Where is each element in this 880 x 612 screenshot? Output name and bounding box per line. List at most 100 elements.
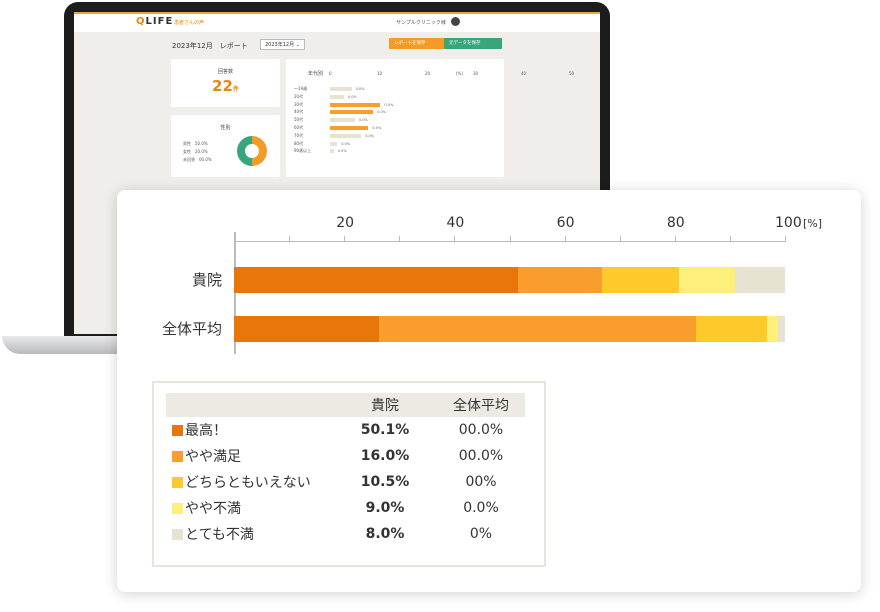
age-bar (330, 141, 338, 146)
app-tagline: 患者さんの声 (174, 20, 205, 26)
gender-label: 性別 (220, 125, 231, 131)
x-axis-tick (454, 236, 456, 242)
clinic-name: サンプルクリニック様 (396, 20, 446, 26)
age-row-label: 40代 (294, 109, 304, 115)
table-cell-category: 最高！ (166, 417, 333, 443)
page-title: 2023年12月 レポート (172, 42, 248, 50)
table-cell-clinic: 9.0% (365, 500, 405, 516)
x-axis-tick (344, 236, 346, 242)
age-bar (330, 110, 374, 115)
age-bar (330, 94, 344, 99)
table-cell-clinic: 8.0% (365, 526, 405, 542)
table-row: とても不満 8.0% 0% (166, 521, 525, 547)
gender-item: 男性 50.0% (183, 141, 208, 146)
responses-count: 22件 (212, 77, 239, 95)
table-cell-clinic: 10.5% (360, 474, 410, 490)
legend-swatch (172, 477, 183, 488)
bar-segment (234, 267, 518, 293)
x-tick-label: 100 (775, 215, 802, 231)
age-row-label: 〜19歳 (294, 86, 308, 91)
x-axis-tick (564, 236, 566, 242)
age-row-label: 60代 (294, 125, 304, 130)
age-tick-label: 10 (377, 71, 383, 76)
table-cell-category: とても不満 (166, 521, 333, 547)
gender-item: 女性 20.0% (183, 149, 208, 154)
month-select[interactable]: 2023年12月 ⌄ (260, 39, 305, 50)
legend-swatch (172, 451, 183, 462)
table-cell-clinic: 50.1% (360, 422, 410, 438)
x-tick-label: 40 (446, 215, 465, 231)
age-bar-value: 0.0% (372, 126, 382, 130)
responses-card: 回答数 22件 (171, 59, 280, 107)
age-bar (330, 118, 355, 123)
table-cell-category: やや満足 (166, 443, 333, 469)
age-bar-value: 0.0% (355, 87, 365, 91)
save-report-button[interactable]: レポートを保存 (389, 38, 447, 49)
legend-swatch (172, 529, 183, 540)
table-cell-clinic: 16.0% (360, 448, 410, 464)
app-header: QLIFE 患者さんの声 サンプルクリニック様 (74, 12, 600, 32)
age-bar (330, 102, 381, 107)
bar-segment (767, 316, 779, 342)
table-cell-average: 0% (469, 526, 493, 542)
x-axis-tick (674, 236, 676, 242)
age-bar (330, 133, 362, 138)
table-cell-average: 00.0% (458, 448, 504, 464)
x-axis-tick (729, 236, 731, 242)
satisfaction-table: 貴院 全体平均 最高！ 50.1% 00.0% やや満足 16.0% 00.0% どちらとも… (152, 381, 546, 567)
age-bar-value: 0.0% (377, 110, 387, 115)
gender-item: 未回答 00.0% (183, 157, 212, 162)
age-bar-value: 0.0% (358, 118, 368, 123)
age-label: 年代別 (308, 71, 324, 77)
x-axis-unit: [%] (803, 217, 823, 230)
age-tick-label: 20 (425, 71, 431, 76)
category-label: 全体平均 (161, 320, 222, 338)
age-bar-value: 0.0% (347, 94, 357, 99)
x-tick-label: 20 (336, 215, 355, 231)
category-label: 貴院 (191, 271, 222, 289)
age-tick-label: 50 (569, 71, 575, 76)
x-axis-tick (399, 236, 401, 242)
x-tick-label: 60 (556, 215, 575, 231)
x-tick-label: 80 (666, 215, 685, 231)
table-row: やや満足 16.0% 00.0% (166, 443, 525, 469)
x-axis-tick (289, 236, 291, 242)
age-bar-value: 0.0% (341, 141, 351, 146)
table-cell-average: 00.0% (458, 422, 504, 438)
table-row: やや不満 9.0% 0.0% (166, 495, 525, 521)
table-row: 最高！ 50.1% 00.0% (166, 417, 525, 443)
table-cell-average: 00% (465, 474, 497, 490)
bar-segment (735, 267, 785, 293)
x-axis-tick (509, 236, 511, 242)
age-bar-value: 0.0% (365, 133, 375, 138)
table-cell-average: 0.0% (463, 500, 499, 516)
save-data-button[interactable]: 元データを保存 (444, 38, 502, 49)
table-row: どちらともいえない 10.5% 00% (166, 469, 525, 495)
bar-segment (778, 316, 785, 342)
x-axis-tick (785, 236, 786, 242)
bar-segment (378, 316, 696, 342)
age-row-label: 90歳以上 (294, 148, 312, 154)
age-unit: (%) (456, 71, 463, 76)
age-row-label: 30代 (294, 101, 304, 107)
legend-swatch (172, 425, 183, 436)
age-row-label: 20代 (294, 93, 304, 99)
user-avatar-icon[interactable] (451, 17, 460, 26)
legend-swatch (172, 503, 183, 514)
bar-segment (517, 267, 602, 293)
bar-segment (695, 316, 768, 342)
age-bar (330, 149, 334, 154)
bar-segment (678, 267, 736, 293)
responses-label: 回答数 (217, 69, 233, 75)
age-row-label: 50代 (294, 117, 304, 123)
age-bar (330, 87, 352, 91)
qlife-logo[interactable]: QLIFE (136, 16, 173, 27)
age-row-label: 80代 (294, 140, 304, 146)
table-header-category (166, 393, 333, 417)
gender-card: 性別 男性 50.0% 女性 20.0% 未回答 00.0% (171, 115, 280, 177)
age-bar (330, 126, 369, 130)
bar-segment (234, 316, 379, 342)
age-tick-label: 40 (521, 71, 527, 76)
table-header-average: 全体平均 (437, 393, 525, 417)
bar-segment (601, 267, 679, 293)
